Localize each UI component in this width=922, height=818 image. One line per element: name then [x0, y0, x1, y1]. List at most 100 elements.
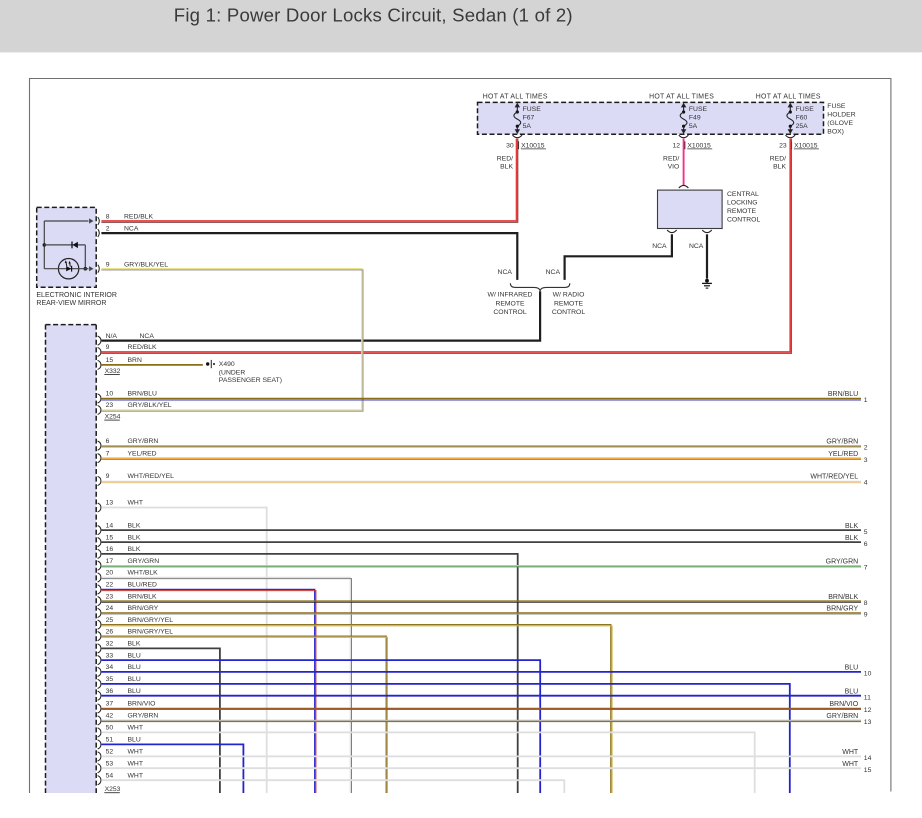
svg-text:WHT: WHT: [128, 749, 143, 756]
svg-text:53: 53: [106, 760, 114, 767]
svg-text:6: 6: [864, 541, 868, 548]
svg-text:BRN/BLK: BRN/BLK: [828, 594, 858, 601]
svg-text:BLU: BLU: [128, 737, 141, 744]
svg-text:NCA: NCA: [140, 333, 155, 340]
svg-text:FUSE: FUSE: [827, 103, 846, 110]
svg-text:NCA: NCA: [124, 226, 139, 233]
svg-text:17: 17: [106, 558, 114, 565]
svg-text:W/ RADIO: W/ RADIO: [553, 292, 585, 299]
svg-text:8: 8: [106, 214, 110, 221]
svg-text:REMOTE: REMOTE: [495, 300, 525, 307]
svg-text:HOT AT ALL TIMES: HOT AT ALL TIMES: [756, 94, 821, 101]
svg-text:BLK: BLK: [845, 535, 859, 542]
svg-text:WHT: WHT: [128, 772, 143, 779]
svg-text:GRY/BRN: GRY/BRN: [826, 438, 858, 445]
svg-text:15: 15: [106, 534, 114, 541]
svg-text:(UNDER: (UNDER: [219, 369, 246, 376]
svg-text:CENTRAL: CENTRAL: [727, 191, 759, 198]
svg-text:X254: X254: [105, 413, 121, 420]
svg-text:WHT: WHT: [128, 760, 143, 767]
svg-text:50: 50: [106, 725, 114, 732]
svg-text:BLU: BLU: [128, 652, 141, 659]
svg-text:BRN/GRY/YEL: BRN/GRY/YEL: [128, 617, 174, 624]
svg-text:BLU: BLU: [128, 688, 141, 695]
svg-text:BRN/GRY: BRN/GRY: [826, 606, 858, 613]
svg-text:BLK: BLK: [845, 523, 859, 530]
svg-text:FUSE: FUSE: [796, 106, 815, 113]
svg-text:23: 23: [106, 402, 114, 409]
svg-text:30: 30: [506, 143, 514, 150]
svg-text:REMOTE: REMOTE: [554, 300, 584, 307]
svg-text:20: 20: [106, 570, 114, 577]
svg-text:13: 13: [864, 719, 872, 726]
svg-text:NCA: NCA: [689, 243, 704, 250]
svg-text:(GLOVE: (GLOVE: [827, 120, 853, 127]
svg-text:34: 34: [106, 664, 114, 671]
svg-text:X253: X253: [105, 786, 121, 793]
svg-text:5A: 5A: [523, 123, 532, 130]
svg-text:X10015: X10015: [794, 142, 818, 149]
svg-text:9: 9: [106, 473, 110, 480]
svg-text:CONTROL: CONTROL: [727, 217, 760, 224]
svg-text:WHT: WHT: [842, 761, 859, 768]
svg-text:NCA: NCA: [498, 269, 513, 276]
svg-text:LOCKING: LOCKING: [727, 200, 758, 207]
svg-text:NCA: NCA: [546, 269, 561, 276]
svg-text:WHT: WHT: [128, 725, 143, 732]
svg-text:26: 26: [106, 628, 114, 635]
svg-text:BLK: BLK: [128, 534, 141, 541]
svg-text:14: 14: [106, 522, 114, 529]
svg-text:35: 35: [106, 676, 114, 683]
svg-text:36: 36: [106, 688, 114, 695]
svg-text:7: 7: [106, 450, 110, 457]
svg-text:RED/: RED/: [497, 155, 513, 162]
svg-text:16: 16: [106, 546, 114, 553]
svg-text:GRY/BLK/YEL: GRY/BLK/YEL: [128, 402, 172, 409]
svg-text:WHT: WHT: [842, 749, 859, 756]
svg-text:RED/BLK: RED/BLK: [128, 344, 158, 351]
svg-text:1: 1: [864, 397, 868, 404]
svg-text:HOLDER: HOLDER: [827, 112, 855, 119]
svg-text:12: 12: [672, 143, 680, 150]
svg-text:8: 8: [864, 600, 868, 607]
svg-text:GRY/BLK/YEL: GRY/BLK/YEL: [124, 261, 168, 268]
svg-text:RED/: RED/: [770, 155, 786, 162]
svg-text:F49: F49: [689, 115, 701, 122]
svg-text:REMOTE: REMOTE: [727, 208, 757, 215]
svg-text:42: 42: [106, 713, 114, 720]
svg-text:10: 10: [864, 671, 872, 678]
svg-text:CONTROL: CONTROL: [493, 309, 526, 316]
svg-text:GRY/BRN: GRY/BRN: [128, 438, 159, 445]
svg-text:22: 22: [106, 582, 114, 589]
svg-text:PASSENGER SEAT): PASSENGER SEAT): [219, 377, 282, 384]
svg-text:WHT/RED/YEL: WHT/RED/YEL: [810, 474, 858, 481]
svg-text:HOT AT ALL TIMES: HOT AT ALL TIMES: [483, 94, 548, 101]
svg-text:FUSE: FUSE: [523, 106, 542, 113]
svg-text:12: 12: [864, 707, 872, 714]
svg-text:ELECTRONIC INTERIOR: ELECTRONIC INTERIOR: [36, 292, 117, 299]
svg-text:BRN/BLK: BRN/BLK: [128, 593, 158, 600]
svg-text:14: 14: [864, 755, 872, 762]
svg-text:BLU: BLU: [845, 689, 859, 696]
svg-text:BLK: BLK: [128, 546, 141, 553]
svg-text:CONTROL: CONTROL: [552, 309, 585, 316]
svg-text:51: 51: [106, 737, 114, 744]
svg-text:5A: 5A: [689, 123, 698, 130]
svg-text:BOX): BOX): [827, 129, 844, 136]
svg-text:VIO: VIO: [668, 163, 680, 170]
svg-text:15: 15: [864, 767, 872, 774]
svg-text:NCA: NCA: [652, 243, 667, 250]
svg-text:GRY/GRN: GRY/GRN: [826, 558, 859, 565]
svg-text:BRN/BLU: BRN/BLU: [128, 391, 158, 398]
svg-text:HOT AT ALL TIMES: HOT AT ALL TIMES: [649, 94, 714, 101]
svg-text:BLK: BLK: [128, 641, 141, 648]
svg-text:6: 6: [106, 438, 110, 445]
svg-text:Fig 1: Power Door Locks Circui: Fig 1: Power Door Locks Circuit, Sedan (…: [174, 4, 573, 25]
svg-text:24: 24: [106, 605, 114, 612]
svg-text:BRN/BLU: BRN/BLU: [828, 391, 858, 398]
svg-text:X332: X332: [105, 368, 121, 375]
svg-text:W/ INFRARED: W/ INFRARED: [488, 292, 533, 299]
svg-text:BRN: BRN: [128, 357, 142, 364]
svg-text:RED/BLK: RED/BLK: [124, 214, 154, 221]
svg-text:X10015: X10015: [521, 142, 545, 149]
